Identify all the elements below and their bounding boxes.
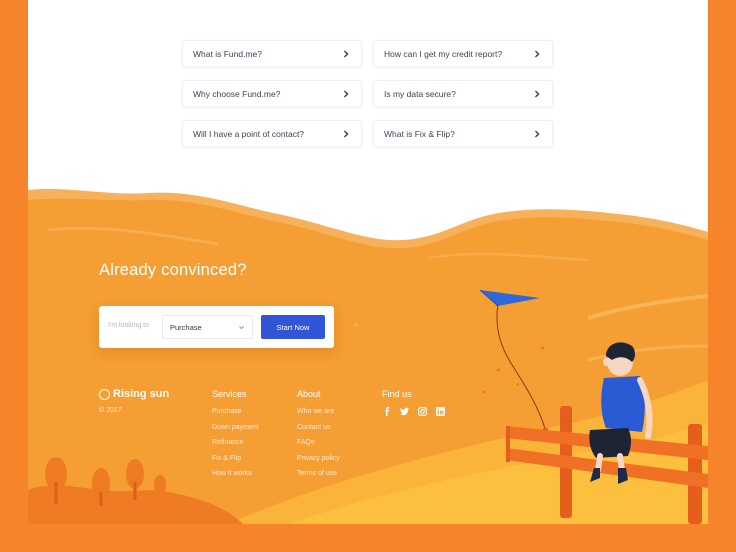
social-links bbox=[382, 407, 445, 416]
services-title: Services bbox=[212, 389, 247, 399]
footer-link-down-payment[interactable]: Down payment bbox=[212, 424, 259, 431]
purpose-select[interactable]: Purchase bbox=[162, 315, 253, 339]
instagram-icon[interactable] bbox=[418, 407, 427, 416]
chevron-down-icon bbox=[239, 325, 244, 329]
footer-link-purchase[interactable]: Purchase bbox=[212, 408, 259, 415]
search-box: I'm looking to Purchase Start Now bbox=[99, 306, 334, 348]
select-value: Purchase bbox=[170, 322, 202, 332]
sun-icon bbox=[99, 388, 110, 400]
footer-services: Services Purchase Down payment Refinance… bbox=[212, 389, 259, 486]
twitter-icon[interactable] bbox=[400, 407, 409, 416]
copyright: © 2017 bbox=[99, 407, 122, 414]
search-hint: I'm looking to bbox=[108, 322, 150, 329]
footer-link-privacy-policy[interactable]: Privacy policy bbox=[297, 455, 340, 462]
page-frame: What is Fund.me? How can I get my credit… bbox=[28, 0, 708, 524]
footer-link-contact-us[interactable]: Contact us bbox=[297, 424, 340, 431]
about-title: About bbox=[297, 389, 321, 399]
footer-find-us: Find us bbox=[382, 389, 445, 416]
footer-link-how-it-works[interactable]: How it works bbox=[212, 470, 259, 477]
footer-link-faqs[interactable]: FAQs bbox=[297, 439, 340, 446]
footer-about: About Who we are Contact us FAQs Privacy… bbox=[297, 389, 340, 486]
brand-logo[interactable]: Rising sun bbox=[99, 388, 169, 400]
facebook-icon[interactable] bbox=[382, 407, 391, 416]
start-now-button[interactable]: Start Now bbox=[261, 315, 325, 339]
brand-name: Rising sun bbox=[113, 388, 170, 400]
footer-link-refinance[interactable]: Refinance bbox=[212, 439, 259, 446]
footer-link-terms-of-use[interactable]: Terms of use bbox=[297, 470, 340, 477]
footer-link-who-we-are[interactable]: Who we are bbox=[297, 408, 340, 415]
cta-headline: Already convinced? bbox=[99, 261, 247, 279]
linkedin-icon[interactable] bbox=[436, 407, 445, 416]
footer-link-fix-flip[interactable]: Fix & Flip bbox=[212, 455, 259, 462]
find-us-title: Find us bbox=[382, 389, 412, 399]
